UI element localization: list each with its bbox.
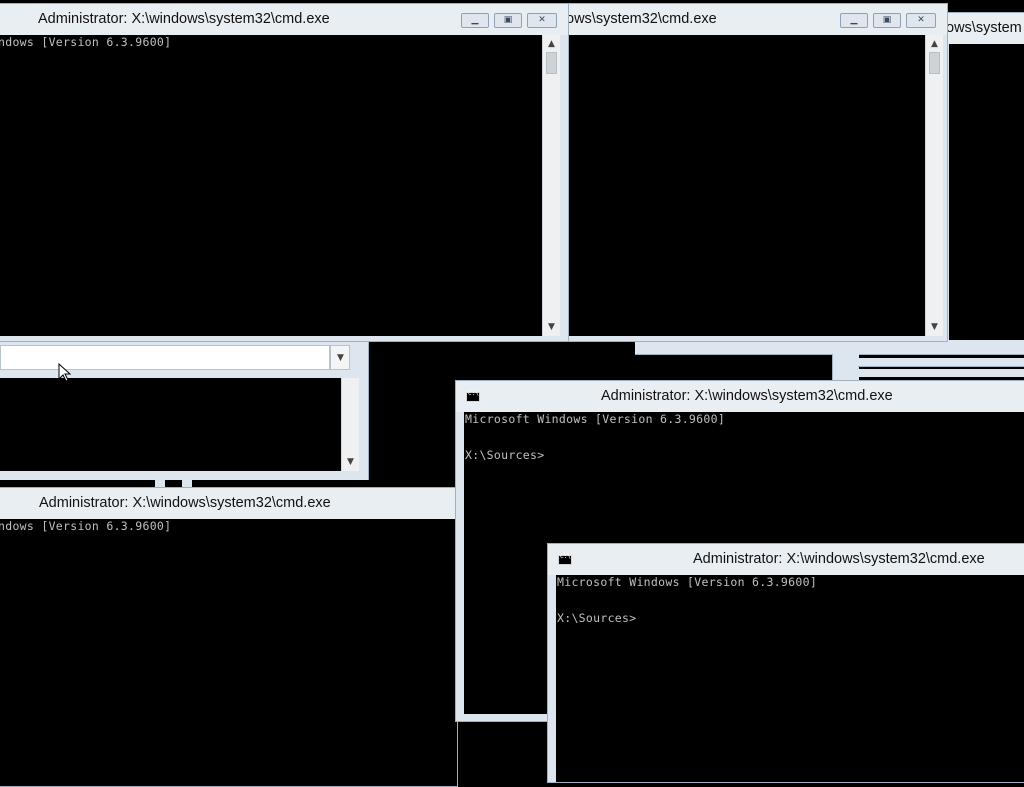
console-area[interactable] [949, 44, 1024, 345]
window-frame-strip [858, 369, 1024, 377]
minimize-button[interactable]: ▁ [461, 13, 489, 28]
window-frame-strip [182, 480, 192, 487]
maximize-button[interactable]: ▣ [873, 13, 901, 28]
down-arrow-icon: ▼ [337, 353, 344, 363]
title-bar[interactable]: Administrator: X:\windows\system32\cmd.e… [548, 544, 1024, 575]
title-bar[interactable]: Administrator: X:\windows\system32\cmd.e… [0, 488, 457, 519]
console-area[interactable] [569, 35, 925, 336]
window-title: Administrator: X:\windows\system32\cmd.e… [39, 495, 331, 511]
window-title: Administrator: X:\windows\system32\cmd.e… [693, 551, 985, 567]
console-area[interactable]: ndows [Version 6.3.9600] [0, 35, 542, 336]
console-area[interactable] [0, 378, 341, 471]
cmd-window-top-left[interactable]: Administrator: X:\windows\system32\cmd.e… [0, 3, 569, 342]
window-frame-strip [635, 340, 1024, 355]
close-icon: ✕ [538, 15, 546, 25]
dropdown-button[interactable]: ▼ [330, 345, 350, 370]
caption-buttons: ▁ ▣ ✕ [840, 13, 936, 29]
cmd-icon [466, 390, 480, 402]
maximize-button[interactable]: ▣ [494, 13, 522, 28]
console-line: Microsoft Windows [Version 6.3.9600] [557, 575, 818, 589]
minimize-icon: ▁ [471, 15, 479, 25]
console-area[interactable]: ndows [Version 6.3.9600] [0, 519, 457, 786]
title-bar[interactable]: ows\system [946, 13, 1024, 44]
maximize-icon: ▣ [503, 15, 513, 25]
input-field[interactable] [0, 345, 330, 370]
window-frame-strip [832, 354, 859, 380]
down-arrow-icon[interactable]: ▼ [342, 455, 359, 469]
window-title: Administrator: X:\windows\system32\cmd.e… [38, 11, 330, 27]
up-arrow-icon[interactable]: ▲ [543, 37, 560, 51]
vertical-scrollbar[interactable]: ▼ [341, 378, 359, 471]
window-frame-strip [155, 480, 165, 487]
cmd-window-front[interactable]: Administrator: X:\windows\system32\cmd.e… [547, 543, 1024, 783]
scroll-thumb[interactable] [929, 52, 940, 74]
window-title: ows\system [946, 20, 1022, 36]
minimize-icon: ▁ [850, 15, 858, 25]
close-button[interactable]: ✕ [527, 13, 557, 28]
close-icon: ✕ [917, 15, 925, 25]
minimize-button[interactable]: ▁ [840, 13, 868, 28]
up-arrow-icon[interactable]: ▲ [926, 37, 943, 51]
console-line: ndows [Version 6.3.9600] [0, 35, 172, 49]
console-line: Microsoft Windows [Version 6.3.9600] [465, 412, 726, 426]
vertical-scrollbar[interactable]: ▲ ▼ [925, 35, 943, 336]
title-bar[interactable]: ows\system32\cmd.exe ▁ ▣ ✕ [562, 4, 947, 35]
console-prompt: X:\Sources> [557, 611, 637, 625]
vertical-scrollbar[interactable]: ▲ ▼ [542, 35, 560, 336]
title-bar[interactable]: Administrator: X:\windows\system32\cmd.e… [456, 381, 1024, 412]
cmd-window-top-right[interactable]: ows\system32\cmd.exe ▁ ▣ ✕ ▲ ▼ [561, 3, 948, 342]
console-prompt: X:\Sources> [465, 448, 545, 462]
title-bar[interactable]: Administrator: X:\windows\system32\cmd.e… [0, 4, 568, 35]
down-arrow-icon[interactable]: ▼ [926, 320, 943, 334]
caption-buttons: ▁ ▣ ✕ [461, 13, 557, 29]
console-area[interactable]: Microsoft Windows [Version 6.3.9600] X:\… [556, 575, 1024, 782]
cmd-window-far-right[interactable]: ows\system [945, 12, 1024, 352]
cmd-window-bottom-left[interactable]: Administrator: X:\windows\system32\cmd.e… [0, 487, 458, 787]
window-frame-strip [858, 358, 1024, 367]
close-button[interactable]: ✕ [906, 13, 936, 28]
window-title: ows\system32\cmd.exe [566, 11, 717, 27]
cmd-icon [558, 553, 572, 565]
window-title: Administrator: X:\windows\system32\cmd.e… [601, 388, 893, 404]
down-arrow-icon[interactable]: ▼ [543, 320, 560, 334]
window-frame-partial: ▼ ▼ [0, 342, 369, 480]
mouse-cursor-icon [58, 363, 72, 382]
maximize-icon: ▣ [882, 15, 892, 25]
console-line: ndows [Version 6.3.9600] [0, 519, 172, 533]
scroll-thumb[interactable] [546, 52, 557, 74]
